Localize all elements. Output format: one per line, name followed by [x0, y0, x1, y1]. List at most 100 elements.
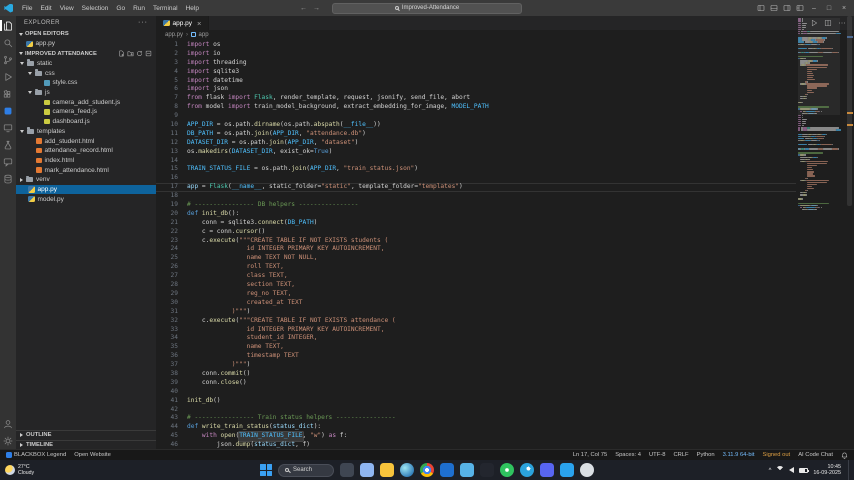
code-line-30[interactable]: 30 created_at TEXT	[156, 299, 796, 308]
menu-file[interactable]: File	[18, 5, 36, 12]
code-line-44[interactable]: 44def write_train_status(status_dict):	[156, 423, 796, 432]
refresh-icon[interactable]	[136, 50, 143, 57]
explorer-icon[interactable]	[0, 17, 16, 34]
code-line-9[interactable]: 9	[156, 112, 796, 121]
layout-sidebar-icon[interactable]	[757, 4, 765, 12]
battery-icon[interactable]	[799, 468, 808, 473]
tree-item-js[interactable]: js	[16, 88, 156, 98]
status-3-11-9-64-bit[interactable]: 3.11.9 64-bit	[723, 452, 755, 458]
status-python[interactable]: Python	[697, 452, 715, 458]
overview-ruler[interactable]	[844, 16, 854, 449]
code-line-35[interactable]: 35 name TEXT,	[156, 343, 796, 352]
tree-item-css[interactable]: css	[16, 68, 156, 78]
taskbar-icon-task-view[interactable]	[340, 463, 354, 477]
code-line-1[interactable]: 1import os	[156, 41, 796, 50]
code-line-38[interactable]: 38 conn.commit()	[156, 370, 796, 379]
code-line-23[interactable]: 23 c.execute("""CREATE TABLE IF NOT EXIS…	[156, 237, 796, 246]
command-center-search[interactable]: Improved-Attendance	[332, 3, 522, 14]
new-file-icon[interactable]	[118, 50, 125, 57]
tree-item-model-py[interactable]: model.py	[16, 194, 156, 204]
tree-item-app-py[interactable]: app.py	[16, 185, 156, 195]
code-line-18[interactable]: 18	[156, 192, 796, 201]
close-button[interactable]: ×	[839, 5, 849, 12]
extensions-icon[interactable]	[0, 85, 16, 102]
taskbar-icon-whatsapp[interactable]	[500, 463, 514, 477]
code-line-16[interactable]: 16	[156, 174, 796, 183]
maximize-button[interactable]: □	[824, 5, 834, 12]
taskbar-icon-vscode[interactable]	[560, 463, 574, 477]
taskbar-search[interactable]: Search	[278, 464, 334, 477]
code-area[interactable]: 1import os2import io3import threading4im…	[156, 41, 796, 449]
code-line-27[interactable]: 27 class TEXT,	[156, 272, 796, 281]
status-utf-8[interactable]: UTF-8	[649, 452, 665, 458]
code-line-21[interactable]: 21 conn = sqlite3.connect(DB_PATH)	[156, 219, 796, 228]
taskbar-icon-telegram[interactable]	[520, 463, 534, 477]
code-line-31[interactable]: 31 )""")	[156, 308, 796, 317]
code-line-40[interactable]: 40	[156, 388, 796, 397]
code-line-46[interactable]: 46 json.dump(status_dict, f)	[156, 441, 796, 449]
database-icon[interactable]	[0, 170, 16, 187]
status-spaces-4[interactable]: Spaces: 4	[615, 452, 641, 458]
bell-icon[interactable]	[841, 452, 848, 459]
taskbar-icon-terminal[interactable]	[480, 463, 494, 477]
tree-item-static[interactable]: static	[16, 59, 156, 69]
open-editors-header[interactable]: OPEN EDITORS	[16, 29, 156, 39]
code-line-13[interactable]: 13os.makedirs(DATASET_DIR, exist_ok=True…	[156, 148, 796, 157]
breadcrumb-item[interactable]: app	[199, 32, 209, 38]
open-editor-item[interactable]: app.py	[16, 39, 156, 49]
code-line-3[interactable]: 3import threading	[156, 59, 796, 68]
section-outline[interactable]: OUTLINE	[16, 430, 156, 440]
tree-item-attendance-record-html[interactable]: attendance_record.html	[16, 146, 156, 156]
run-debug-icon[interactable]	[0, 68, 16, 85]
menu-edit[interactable]: Edit	[36, 5, 55, 12]
section-timeline[interactable]: TIMELINE	[16, 440, 156, 450]
back-arrow-icon[interactable]: ←	[300, 5, 307, 12]
tree-item-camera-feed-js[interactable]: camera_feed.js	[16, 107, 156, 117]
code-line-26[interactable]: 26 roll TEXT,	[156, 263, 796, 272]
taskbar-icon-edge[interactable]	[400, 463, 414, 477]
code-line-29[interactable]: 29 reg_no TEXT,	[156, 290, 796, 299]
layout-panel-icon[interactable]	[770, 4, 778, 12]
menu-run[interactable]: Run	[129, 5, 149, 12]
new-folder-icon[interactable]	[127, 50, 134, 57]
tree-item-camera-add-student-js[interactable]: camera_add_student.js	[16, 97, 156, 107]
network-icon[interactable]	[776, 466, 784, 474]
code-line-25[interactable]: 25 name TEXT NOT NULL,	[156, 254, 796, 263]
code-line-12[interactable]: 12DATASET_DIR = os.path.join(APP_DIR, "d…	[156, 139, 796, 148]
code-line-24[interactable]: 24 id INTEGER PRIMARY KEY AUTOINCREMENT,	[156, 245, 796, 254]
search-icon[interactable]	[0, 34, 16, 51]
code-line-15[interactable]: 15TRAIN_STATUS_FILE = os.path.join(APP_D…	[156, 165, 796, 174]
blackbox-icon[interactable]	[0, 102, 16, 119]
code-line-20[interactable]: 20def init_db():	[156, 210, 796, 219]
tree-item-venv[interactable]: venv	[16, 175, 156, 185]
code-line-39[interactable]: 39 conn.close()	[156, 379, 796, 388]
code-line-33[interactable]: 33 id INTEGER PRIMARY KEY AUTOINCREMENT,	[156, 326, 796, 335]
scrollbar-thumb[interactable]	[847, 16, 852, 206]
code-line-2[interactable]: 2import io	[156, 50, 796, 59]
menu-selection[interactable]: Selection	[78, 5, 113, 12]
menu-terminal[interactable]: Terminal	[149, 5, 182, 12]
code-line-8[interactable]: 8from model import train_model_backgroun…	[156, 103, 796, 112]
chat-icon[interactable]	[0, 153, 16, 170]
code-line-11[interactable]: 11DB_PATH = os.path.join(APP_DIR, "atten…	[156, 130, 796, 139]
code-line-28[interactable]: 28 section TEXT,	[156, 281, 796, 290]
status-open-website[interactable]: Open Website	[74, 452, 111, 458]
weather-widget[interactable]: 27°C Cloudy	[0, 464, 34, 476]
source-control-icon[interactable]	[0, 51, 16, 68]
collapse-all-icon[interactable]	[145, 50, 152, 57]
code-line-19[interactable]: 19# ---------------- DB helpers --------…	[156, 201, 796, 210]
minimize-button[interactable]: –	[809, 5, 819, 12]
code-line-42[interactable]: 42	[156, 406, 796, 415]
show-desktop-button[interactable]	[848, 460, 851, 480]
status-blackbox-legend[interactable]: BLACKBOX Legend	[6, 452, 66, 458]
code-line-22[interactable]: 22 c = conn.cursor()	[156, 228, 796, 237]
tray-expand-icon[interactable]: ^	[769, 468, 772, 474]
code-line-43[interactable]: 43# ---------------- Train status helper…	[156, 414, 796, 423]
taskbar-icon-file-explorer[interactable]	[380, 463, 394, 477]
tree-item-dashboard-js[interactable]: dashboard.js	[16, 117, 156, 127]
code-line-36[interactable]: 36 timestamp TEXT	[156, 352, 796, 361]
tree-item-add-student-html[interactable]: add_student.html	[16, 136, 156, 146]
close-icon[interactable]: ×	[197, 19, 201, 28]
code-line-5[interactable]: 5import datetime	[156, 77, 796, 86]
minimap[interactable]	[798, 18, 842, 211]
